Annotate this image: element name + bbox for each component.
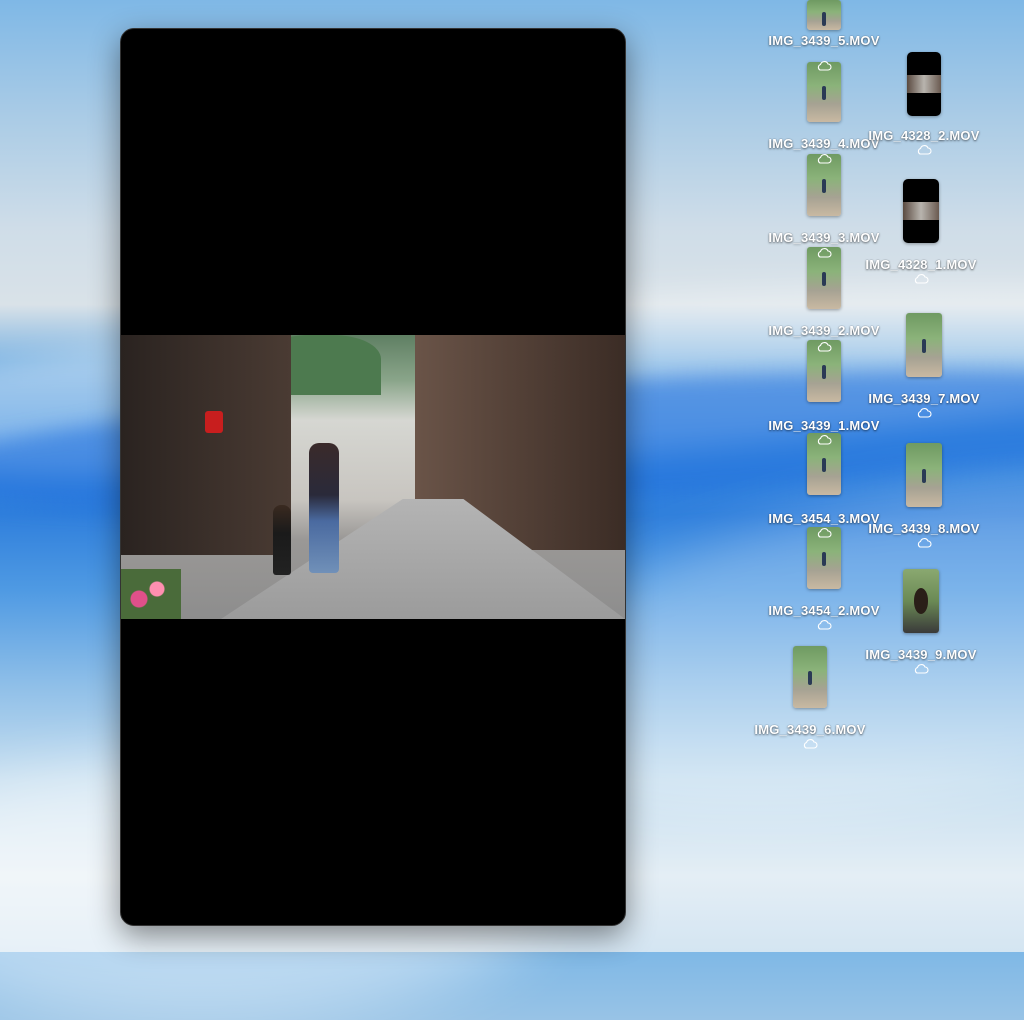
icloud-icon	[917, 538, 932, 548]
icloud-icon	[817, 620, 832, 630]
file-icon-img-4328-2[interactable]: IMG_4328_2.MOV	[849, 52, 999, 155]
video-building-left	[121, 335, 291, 555]
file-name: IMG_3439_5.MOV	[768, 33, 880, 48]
icloud-icon	[817, 248, 832, 258]
video-thumbnail	[807, 0, 841, 30]
video-thumbnail	[906, 313, 942, 377]
icloud-icon	[803, 739, 818, 749]
file-name: IMG_3439_8.MOV	[868, 521, 980, 536]
video-thumbnail	[807, 62, 841, 122]
icloud-icon	[917, 408, 932, 418]
file-icon-img-4328-1[interactable]: IMG_4328_1.MOV	[846, 179, 996, 284]
icloud-icon	[817, 61, 832, 71]
icloud-icon	[914, 274, 929, 284]
file-name: IMG_3439_9.MOV	[865, 647, 977, 662]
file-name: IMG_4328_1.MOV	[865, 257, 977, 272]
video-thumbnail	[793, 646, 827, 708]
file-name: IMG_3439_6.MOV	[754, 722, 866, 737]
icloud-icon	[914, 664, 929, 674]
icloud-icon	[817, 435, 832, 445]
video-player-window[interactable]	[120, 28, 626, 926]
video-thumbnail	[906, 443, 942, 507]
video-thumbnail	[903, 569, 939, 633]
video-red-lantern	[205, 411, 223, 433]
video-woman	[309, 443, 339, 573]
icloud-icon	[917, 145, 932, 155]
file-name: IMG_3439_7.MOV	[868, 391, 980, 406]
file-name: IMG_3439_1.MOV	[768, 418, 880, 433]
icloud-icon	[817, 342, 832, 352]
video-thumbnail	[903, 179, 939, 243]
video-frame[interactable]	[121, 335, 625, 619]
file-icon-img-3439-7[interactable]: IMG_3439_7.MOV	[849, 313, 999, 418]
file-icon-img-3439-8[interactable]: IMG_3439_8.MOV	[849, 443, 999, 548]
icloud-icon	[817, 154, 832, 164]
file-name: IMG_4328_2.MOV	[868, 128, 980, 143]
video-flowers	[121, 569, 181, 619]
file-icon-img-3439-9[interactable]: IMG_3439_9.MOV	[846, 569, 996, 674]
file-icon-img-3439-5[interactable]: IMG_3439_5.MOV	[749, 0, 899, 48]
video-child	[273, 505, 291, 575]
icloud-icon	[817, 528, 832, 538]
video-thumbnail	[907, 52, 941, 116]
